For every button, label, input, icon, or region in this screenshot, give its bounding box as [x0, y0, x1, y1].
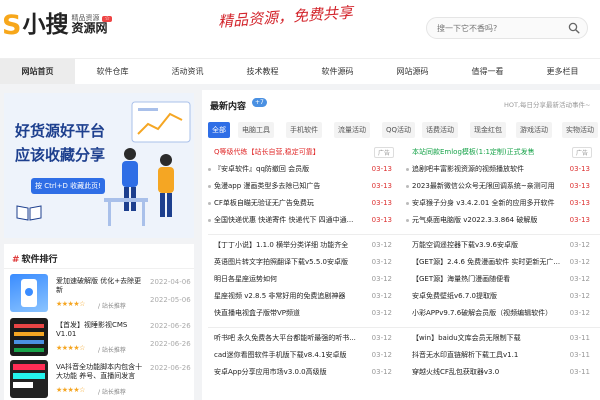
article-row[interactable]: 听书吧 永久免费各大平台都能听最强的听书... 03-12: [208, 332, 398, 345]
article-row[interactable]: 穿越火线CF乱包获取器v3.0 03-11: [406, 366, 596, 379]
site-slogan: 精品资源，免费共享: [217, 3, 354, 31]
rank-item-date: 2022-04-06: [150, 278, 191, 286]
article-row[interactable]: 安卓App分享应用市场v3.0.0高级版 03-12: [208, 366, 398, 379]
site-logo[interactable]: S 小搜 精品资源 ☆ 资源网: [2, 8, 112, 42]
latest-title: 最新内容: [210, 102, 247, 112]
nav-more[interactable]: 更多栏目: [525, 59, 600, 84]
banner-headline-2: 应该收藏分享: [15, 146, 106, 164]
logo-letter: S: [2, 9, 22, 41]
ad-tag: 广告: [571, 147, 592, 158]
article-row[interactable]: 安卓猴子分身 v3.4.2.01 全新的应用多开软件 03-13: [406, 197, 596, 210]
tab-traffic[interactable]: 流量活动: [334, 122, 370, 138]
article-row[interactable]: 【丁丁小说】1.1.0 横举分类详细 功能齐全 03-12: [208, 239, 398, 252]
nav-tutorials[interactable]: 技术教程: [225, 59, 300, 84]
rating-stars: ★★★★☆: [56, 300, 85, 308]
article-row[interactable]: 【GET源】海量热门漫画随便看 03-12: [406, 273, 596, 286]
nav-software-source[interactable]: 软件源码: [300, 59, 375, 84]
article-row[interactable]: 元气桌面电脑版 v2022.3.3.864 破解版 03-13: [406, 214, 596, 227]
article-row[interactable]: 追剧吧丰富影视资源的视频播放软件 03-13: [406, 163, 596, 176]
ad-row[interactable]: Q等级代练【站长自营,稳定可靠】 广告: [208, 146, 398, 159]
promo-banner[interactable]: 好货源好平台 应该收藏分享 按 Ctrl+D 收藏此页!: [4, 93, 194, 238]
logo-chinese: 小搜: [22, 11, 69, 38]
main-nav: 网站首页 软件仓库 活动资讯 技术教程 软件源码 网站源码 值得一看 更多栏目: [0, 58, 600, 84]
article-row[interactable]: 小彩APPv9.7.6破解会员版（视频编辑软件） 03-12: [406, 307, 596, 320]
article-row[interactable]: 『安卓软件』qq防撤回 会员版 03-13: [208, 163, 398, 176]
tab-phone-credit[interactable]: 话费活动: [422, 122, 458, 138]
banner-headline-1: 好货源好平台: [15, 122, 106, 140]
divider: [208, 327, 600, 328]
nav-website-source[interactable]: 网站源码: [375, 59, 450, 84]
tab-goods[interactable]: 实物活动: [562, 122, 598, 138]
logo-subtitle-bottom: 资源网: [71, 21, 108, 36]
site-header: S 小搜 精品资源 ☆ 资源网 精品资源，免费共享: [0, 0, 600, 58]
tab-mobile-apps[interactable]: 手机软件: [286, 122, 322, 138]
article-row[interactable]: 英语图片转文字拍照翻译下载v5.5.0安卓版 03-12: [208, 256, 398, 269]
rating-stars: ★★★★☆: [56, 344, 85, 352]
nav-activities[interactable]: 活动资讯: [150, 59, 225, 84]
rank-item[interactable]: VA抖音全功能脚本内包含十大功能 养号、直播间发言 2022-06-26 ★★★…: [10, 360, 194, 400]
rank-item-title: VA抖音全功能脚本内包含十大功能 养号、直播间发言: [56, 363, 143, 381]
rank-item-meta: / 站长推荐: [98, 303, 126, 310]
divider: [208, 234, 600, 235]
app-thumbnail: [10, 274, 48, 312]
ad-row[interactable]: 本站同款Emlog模板(1:1定制)正式发售 广告: [406, 146, 596, 159]
nav-software[interactable]: 软件仓库: [75, 59, 150, 84]
article-row[interactable]: 抖音无水印直链解析下载工具v1.1 03-11: [406, 349, 596, 362]
ad-tag: 广告: [373, 147, 394, 158]
rank-item-meta: / 站长推荐: [98, 347, 126, 354]
app-thumbnail: [10, 318, 48, 356]
count-badge: +7: [252, 98, 267, 107]
article-row[interactable]: 【win】baidu文库会员无限制下载 03-11: [406, 332, 596, 345]
hash-icon: #: [12, 255, 20, 265]
rank-item-date: 2022-06-26: [150, 322, 191, 330]
category-tabs: 全部 电脑工具 手机软件 流量活动 QQ活动 话费活动 现金红包 游戏活动 实物…: [208, 122, 600, 138]
search-input[interactable]: [437, 21, 567, 35]
search-icon[interactable]: [568, 22, 580, 34]
tab-qq[interactable]: QQ活动: [382, 122, 416, 138]
bookmark-button[interactable]: 按 Ctrl+D 收藏此页!: [31, 178, 105, 194]
tab-all[interactable]: 全部: [208, 122, 230, 138]
article-row[interactable]: CF单板自瞄无验证无广告免费玩 03-13: [208, 197, 398, 210]
rank-item-date: 2022-06-26: [150, 364, 191, 372]
office-illustration: [104, 101, 191, 226]
article-row[interactable]: 万能空调遥控器下载v3.9.6安卓版 03-12: [406, 239, 596, 252]
latest-content: 最新内容 +7 HOT,每日分享最新活动事件~ 全部 电脑工具 手机软件 流量活…: [202, 90, 600, 400]
hot-note: HOT,每日分享最新活动事件~: [504, 101, 591, 109]
rank-item-time: 2022-06-26: [150, 340, 191, 348]
article-row[interactable]: 星座视频 v2.8.5 非常好用的免费追剧神器 03-12: [208, 290, 398, 303]
article-row[interactable]: 快直播电视盒子版带VP频道 03-12: [208, 307, 398, 320]
article-row[interactable]: 2023最新微信公众号无限回调系统~亲测可用 03-13: [406, 180, 596, 193]
divider: [4, 268, 194, 269]
app-thumbnail: [10, 360, 48, 398]
software-ranking: # 软件排行 爱加速破解版 优化+去除更新 2022-04-06 ★★★★☆ / …: [4, 244, 194, 400]
article-row[interactable]: 全国快递优惠 快递寄件 快递代下 四通中通... 03-13: [208, 214, 398, 227]
rank-item[interactable]: 【首发】视睡影视CMS V1.01 2022-06-26 ★★★★☆ / 站长推…: [10, 318, 194, 358]
article-row[interactable]: 明日各星座运势如何 03-12: [208, 273, 398, 286]
article-row[interactable]: 【GET源】2.4.6 免费漫画软件 实时更新无广... 03-12: [406, 256, 596, 269]
tab-pc-tools[interactable]: 电脑工具: [238, 122, 274, 138]
rank-item[interactable]: 爱加速破解版 优化+去除更新 2022-04-06 ★★★★☆ / 站长推荐 2…: [10, 274, 194, 314]
nav-worth-seeing[interactable]: 值得一看: [450, 59, 525, 84]
article-row[interactable]: cad迷你看图软件手机版下载v8.4.1安卓版 03-12: [208, 349, 398, 362]
book-icon: [16, 205, 42, 221]
article-row[interactable]: 安卓免费壁纸v6.7.0提取版 03-12: [406, 290, 596, 303]
article-row[interactable]: 免漫app 漫画类型多去除已知广告 03-13: [208, 180, 398, 193]
tab-cash[interactable]: 现金红包: [470, 122, 506, 138]
rank-item-meta: / 站长推荐: [98, 389, 126, 396]
rank-item-title: 【首发】视睡影视CMS V1.01: [56, 321, 128, 339]
search-box[interactable]: [426, 17, 588, 39]
rank-title: 软件排行: [21, 255, 58, 265]
rating-stars: ★★★★☆: [56, 386, 85, 394]
rank-item-time: 2022-05-06: [150, 296, 191, 304]
tab-games[interactable]: 游戏活动: [516, 122, 552, 138]
rank-item-title: 爱加速破解版 优化+去除更新: [56, 277, 142, 295]
nav-home[interactable]: 网站首页: [0, 59, 75, 84]
